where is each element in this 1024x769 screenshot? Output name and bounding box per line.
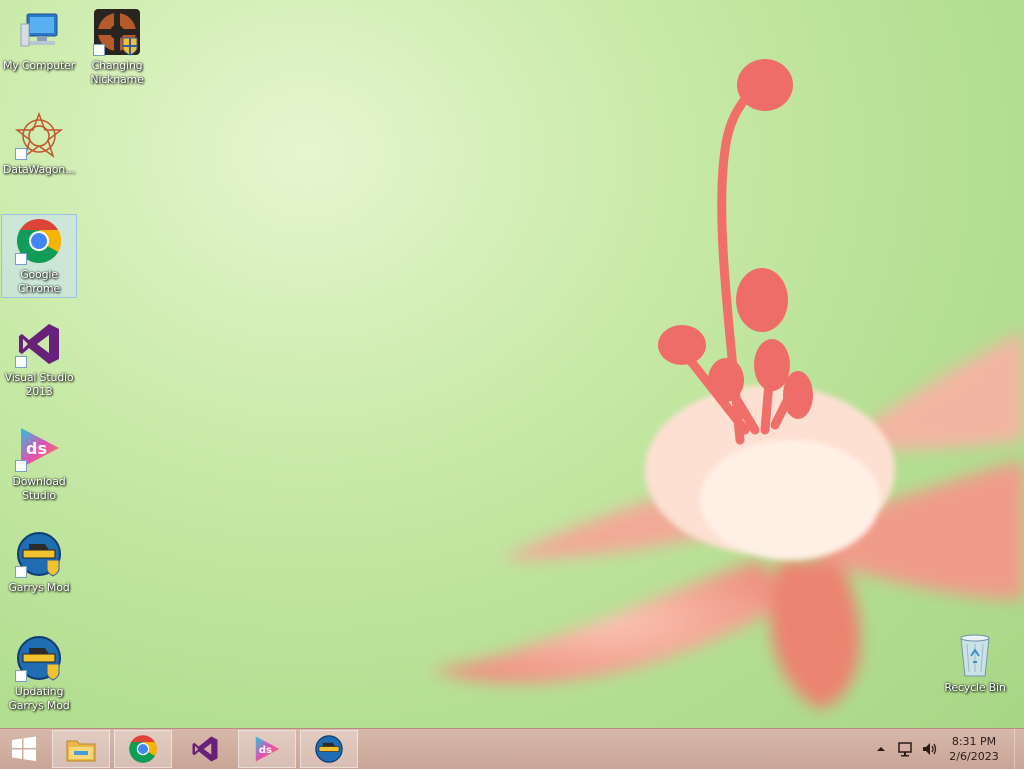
taskbar-download-studio[interactable]: ds <box>238 730 296 768</box>
taskbar-google-chrome[interactable] <box>114 730 172 768</box>
svg-text:ds: ds <box>26 439 47 458</box>
shortcut-arrow-icon <box>93 44 105 56</box>
desktop-icon-label: My Computer <box>3 59 75 72</box>
taskbar-clock[interactable]: 8:31 PM 2/6/2023 <box>944 734 1004 764</box>
taskbar-garrys-mod[interactable] <box>300 730 358 768</box>
desktop-icon-changing-nickname[interactable]: Changing Nickname <box>79 6 155 87</box>
desktop-icon-label: Updating Garrys Mod <box>8 685 70 712</box>
desktop-icon-label: Download Studio <box>12 475 66 502</box>
recycle-bin-icon <box>951 630 999 678</box>
chrome-icon <box>129 735 157 763</box>
garrys-mod-icon <box>15 530 63 578</box>
desktop-icon-label: Google Chrome <box>18 268 60 295</box>
computer-icon <box>15 8 63 56</box>
garrys-mod-icon <box>315 735 343 763</box>
desktop-icon-datawagon[interactable]: DataWagon... <box>1 110 77 177</box>
show-hidden-icons-button[interactable] <box>874 741 888 757</box>
tf2-icon <box>93 8 141 56</box>
desktop-icon-label: DataWagon... <box>3 163 75 176</box>
taskbar-file-explorer[interactable] <box>52 730 110 768</box>
shortcut-arrow-icon <box>15 566 27 578</box>
chrome-icon <box>15 217 63 265</box>
taskbar: ds 8:31 PM 2/6/2023 <box>0 728 1024 769</box>
windows-logo-icon <box>12 736 36 761</box>
clock-time: 8:31 PM <box>951 735 997 748</box>
start-button[interactable] <box>0 730 48 768</box>
visual-studio-icon <box>15 320 63 368</box>
datawagon-icon <box>14 111 64 160</box>
folder-icon <box>66 740 96 762</box>
desktop-icon-garrys-mod[interactable]: Garrys Mod <box>1 528 77 595</box>
desktop-icon-label: Changing Nickname <box>90 59 144 86</box>
download-studio-icon: ds <box>255 736 280 762</box>
desktop-icon-label: Garrys Mod <box>8 581 70 594</box>
speaker-icon <box>923 743 937 755</box>
show-desktop-button[interactable] <box>1014 729 1024 769</box>
taskbar-visual-studio[interactable] <box>176 730 234 768</box>
download-studio-icon: ds <box>15 424 63 472</box>
network-tray-button[interactable] <box>896 739 916 759</box>
volume-tray-button[interactable] <box>920 739 940 759</box>
shortcut-arrow-icon <box>15 670 27 682</box>
shortcut-arrow-icon <box>15 148 27 160</box>
shortcut-arrow-icon <box>15 356 27 368</box>
svg-text:ds: ds <box>259 745 272 756</box>
shortcut-arrow-icon <box>15 253 27 265</box>
desktop-icon-label: Recycle Bin <box>944 681 1006 694</box>
shortcut-arrow-icon <box>15 460 27 472</box>
desktop-icon-recycle-bin[interactable]: Recycle Bin <box>937 628 1013 695</box>
desktop-icon-my-computer[interactable]: My Computer <box>1 6 77 73</box>
clock-date: 2/6/2023 <box>949 750 999 763</box>
desktop-wallpaper <box>430 59 1024 710</box>
desktop-icon-visual-studio-2013[interactable]: Visual Studio 2013 <box>1 318 77 399</box>
garrys-mod-icon <box>15 634 63 682</box>
chevron-up-icon <box>877 747 885 751</box>
desktop-icon-label: Visual Studio 2013 <box>4 371 74 398</box>
desktop-icon-updating-garrys-mod[interactable]: Updating Garrys Mod <box>1 632 77 713</box>
desktop-icon-google-chrome[interactable]: Google Chrome <box>1 214 77 298</box>
network-icon <box>898 742 912 757</box>
visual-studio-icon <box>192 736 218 762</box>
desktop-icon-download-studio[interactable]: ds Download Studio <box>1 422 77 503</box>
